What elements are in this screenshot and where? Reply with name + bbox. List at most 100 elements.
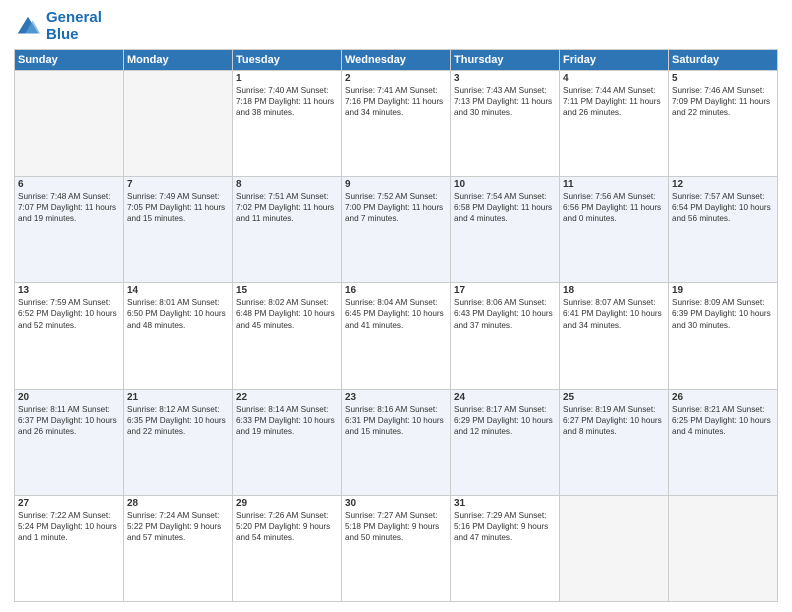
day-number: 24	[454, 392, 556, 403]
day-cell: 12Sunrise: 7:57 AM Sunset: 6:54 PM Dayli…	[669, 177, 778, 283]
day-cell: 25Sunrise: 8:19 AM Sunset: 6:27 PM Dayli…	[560, 389, 669, 495]
day-cell: 14Sunrise: 8:01 AM Sunset: 6:50 PM Dayli…	[124, 283, 233, 389]
day-cell: 1Sunrise: 7:40 AM Sunset: 7:18 PM Daylig…	[233, 71, 342, 177]
day-cell: 22Sunrise: 8:14 AM Sunset: 6:33 PM Dayli…	[233, 389, 342, 495]
day-number: 20	[18, 392, 120, 403]
day-number: 5	[672, 73, 774, 84]
day-number: 28	[127, 498, 229, 509]
day-header-sunday: Sunday	[15, 50, 124, 71]
week-row-3: 13Sunrise: 7:59 AM Sunset: 6:52 PM Dayli…	[15, 283, 778, 389]
day-cell: 21Sunrise: 8:12 AM Sunset: 6:35 PM Dayli…	[124, 389, 233, 495]
day-info: Sunrise: 8:06 AM Sunset: 6:43 PM Dayligh…	[454, 297, 556, 330]
day-info: Sunrise: 7:56 AM Sunset: 6:56 PM Dayligh…	[563, 191, 665, 224]
day-number: 31	[454, 498, 556, 509]
day-info: Sunrise: 7:49 AM Sunset: 7:05 PM Dayligh…	[127, 191, 229, 224]
day-cell	[560, 495, 669, 601]
day-number: 6	[18, 179, 120, 190]
day-number: 18	[563, 285, 665, 296]
day-number: 13	[18, 285, 120, 296]
day-number: 14	[127, 285, 229, 296]
day-header-wednesday: Wednesday	[342, 50, 451, 71]
day-header-tuesday: Tuesday	[233, 50, 342, 71]
day-cell: 30Sunrise: 7:27 AM Sunset: 5:18 PM Dayli…	[342, 495, 451, 601]
day-header-thursday: Thursday	[451, 50, 560, 71]
day-info: Sunrise: 8:11 AM Sunset: 6:37 PM Dayligh…	[18, 404, 120, 437]
day-cell: 3Sunrise: 7:43 AM Sunset: 7:13 PM Daylig…	[451, 71, 560, 177]
day-info: Sunrise: 8:09 AM Sunset: 6:39 PM Dayligh…	[672, 297, 774, 330]
day-header-saturday: Saturday	[669, 50, 778, 71]
day-cell: 15Sunrise: 8:02 AM Sunset: 6:48 PM Dayli…	[233, 283, 342, 389]
day-cell	[15, 71, 124, 177]
day-number: 10	[454, 179, 556, 190]
day-cell: 10Sunrise: 7:54 AM Sunset: 6:58 PM Dayli…	[451, 177, 560, 283]
logo: General Blue	[14, 10, 102, 43]
day-cell: 8Sunrise: 7:51 AM Sunset: 7:02 PM Daylig…	[233, 177, 342, 283]
day-info: Sunrise: 8:17 AM Sunset: 6:29 PM Dayligh…	[454, 404, 556, 437]
day-number: 17	[454, 285, 556, 296]
day-info: Sunrise: 7:46 AM Sunset: 7:09 PM Dayligh…	[672, 85, 774, 118]
day-cell: 26Sunrise: 8:21 AM Sunset: 6:25 PM Dayli…	[669, 389, 778, 495]
day-info: Sunrise: 8:12 AM Sunset: 6:35 PM Dayligh…	[127, 404, 229, 437]
day-number: 16	[345, 285, 447, 296]
day-number: 23	[345, 392, 447, 403]
day-cell: 20Sunrise: 8:11 AM Sunset: 6:37 PM Dayli…	[15, 389, 124, 495]
day-header-friday: Friday	[560, 50, 669, 71]
day-info: Sunrise: 7:59 AM Sunset: 6:52 PM Dayligh…	[18, 297, 120, 330]
calendar-table: SundayMondayTuesdayWednesdayThursdayFrid…	[14, 49, 778, 602]
day-number: 22	[236, 392, 338, 403]
day-info: Sunrise: 7:48 AM Sunset: 7:07 PM Dayligh…	[18, 191, 120, 224]
day-info: Sunrise: 7:22 AM Sunset: 5:24 PM Dayligh…	[18, 510, 120, 543]
week-row-1: 1Sunrise: 7:40 AM Sunset: 7:18 PM Daylig…	[15, 71, 778, 177]
day-info: Sunrise: 7:29 AM Sunset: 5:16 PM Dayligh…	[454, 510, 556, 543]
page: General Blue SundayMondayTuesdayWednesda…	[0, 0, 792, 612]
day-cell: 23Sunrise: 8:16 AM Sunset: 6:31 PM Dayli…	[342, 389, 451, 495]
day-number: 25	[563, 392, 665, 403]
day-number: 29	[236, 498, 338, 509]
day-number: 11	[563, 179, 665, 190]
day-number: 19	[672, 285, 774, 296]
day-number: 2	[345, 73, 447, 84]
day-info: Sunrise: 7:40 AM Sunset: 7:18 PM Dayligh…	[236, 85, 338, 118]
day-cell: 13Sunrise: 7:59 AM Sunset: 6:52 PM Dayli…	[15, 283, 124, 389]
day-info: Sunrise: 7:26 AM Sunset: 5:20 PM Dayligh…	[236, 510, 338, 543]
day-number: 4	[563, 73, 665, 84]
day-info: Sunrise: 7:52 AM Sunset: 7:00 PM Dayligh…	[345, 191, 447, 224]
day-cell	[124, 71, 233, 177]
day-cell: 2Sunrise: 7:41 AM Sunset: 7:16 PM Daylig…	[342, 71, 451, 177]
day-cell: 6Sunrise: 7:48 AM Sunset: 7:07 PM Daylig…	[15, 177, 124, 283]
day-number: 1	[236, 73, 338, 84]
header: General Blue	[14, 10, 778, 43]
day-cell: 9Sunrise: 7:52 AM Sunset: 7:00 PM Daylig…	[342, 177, 451, 283]
day-info: Sunrise: 7:51 AM Sunset: 7:02 PM Dayligh…	[236, 191, 338, 224]
day-info: Sunrise: 8:01 AM Sunset: 6:50 PM Dayligh…	[127, 297, 229, 330]
day-cell: 19Sunrise: 8:09 AM Sunset: 6:39 PM Dayli…	[669, 283, 778, 389]
day-cell	[669, 495, 778, 601]
day-cell: 24Sunrise: 8:17 AM Sunset: 6:29 PM Dayli…	[451, 389, 560, 495]
day-cell: 29Sunrise: 7:26 AM Sunset: 5:20 PM Dayli…	[233, 495, 342, 601]
week-row-2: 6Sunrise: 7:48 AM Sunset: 7:07 PM Daylig…	[15, 177, 778, 283]
day-number: 8	[236, 179, 338, 190]
day-cell: 4Sunrise: 7:44 AM Sunset: 7:11 PM Daylig…	[560, 71, 669, 177]
day-cell: 7Sunrise: 7:49 AM Sunset: 7:05 PM Daylig…	[124, 177, 233, 283]
day-number: 26	[672, 392, 774, 403]
day-info: Sunrise: 8:02 AM Sunset: 6:48 PM Dayligh…	[236, 297, 338, 330]
day-info: Sunrise: 7:54 AM Sunset: 6:58 PM Dayligh…	[454, 191, 556, 224]
day-info: Sunrise: 7:57 AM Sunset: 6:54 PM Dayligh…	[672, 191, 774, 224]
day-cell: 18Sunrise: 8:07 AM Sunset: 6:41 PM Dayli…	[560, 283, 669, 389]
day-info: Sunrise: 8:14 AM Sunset: 6:33 PM Dayligh…	[236, 404, 338, 437]
day-info: Sunrise: 7:24 AM Sunset: 5:22 PM Dayligh…	[127, 510, 229, 543]
day-cell: 31Sunrise: 7:29 AM Sunset: 5:16 PM Dayli…	[451, 495, 560, 601]
day-number: 3	[454, 73, 556, 84]
day-cell: 28Sunrise: 7:24 AM Sunset: 5:22 PM Dayli…	[124, 495, 233, 601]
day-number: 9	[345, 179, 447, 190]
day-info: Sunrise: 7:44 AM Sunset: 7:11 PM Dayligh…	[563, 85, 665, 118]
day-number: 30	[345, 498, 447, 509]
day-info: Sunrise: 8:04 AM Sunset: 6:45 PM Dayligh…	[345, 297, 447, 330]
day-number: 27	[18, 498, 120, 509]
day-cell: 11Sunrise: 7:56 AM Sunset: 6:56 PM Dayli…	[560, 177, 669, 283]
day-number: 12	[672, 179, 774, 190]
day-cell: 16Sunrise: 8:04 AM Sunset: 6:45 PM Dayli…	[342, 283, 451, 389]
day-cell: 27Sunrise: 7:22 AM Sunset: 5:24 PM Dayli…	[15, 495, 124, 601]
day-cell: 5Sunrise: 7:46 AM Sunset: 7:09 PM Daylig…	[669, 71, 778, 177]
week-row-5: 27Sunrise: 7:22 AM Sunset: 5:24 PM Dayli…	[15, 495, 778, 601]
